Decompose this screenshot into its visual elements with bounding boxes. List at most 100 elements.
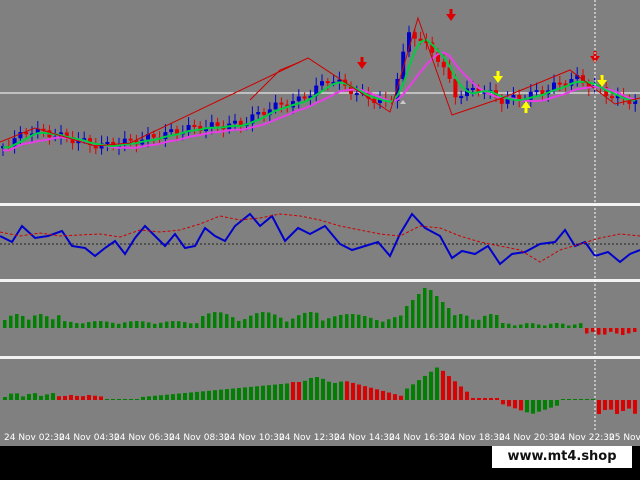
histogram-bar-up	[285, 321, 289, 328]
histogram-bar-up	[411, 300, 415, 328]
histogram-bar-up	[111, 322, 115, 328]
histogram-bar-up	[159, 395, 163, 400]
histogram-bar-up	[495, 314, 499, 328]
histogram-bar-up	[171, 321, 175, 328]
histogram-bar-down	[507, 400, 511, 407]
histogram-bar-up	[57, 315, 61, 328]
bear-candle	[262, 112, 266, 115]
histogram-bar-down	[477, 398, 481, 400]
main-price-chart[interactable]	[0, 0, 640, 203]
time-axis-label: 24 Nov 06:30	[114, 433, 175, 443]
histogram-bar-up	[357, 314, 361, 328]
histogram-bar-up	[591, 399, 595, 400]
histogram-bar-down	[363, 386, 367, 400]
histogram-bar-up	[561, 323, 565, 328]
histogram-bar-up	[207, 390, 211, 400]
histogram-bar-up	[249, 386, 253, 400]
histogram-bar-down	[603, 400, 607, 411]
histogram-bar-down	[597, 400, 601, 414]
histogram-bar-up	[177, 321, 181, 328]
histogram-bar-up	[69, 321, 73, 328]
histogram-bar-up	[15, 393, 19, 400]
histogram-bar-up	[117, 399, 121, 400]
bear-candle	[279, 102, 284, 105]
histogram-bar-up	[279, 317, 283, 328]
histogram-bar-up	[117, 323, 121, 328]
histogram-bar-up	[417, 294, 421, 328]
small-marker-icon	[400, 100, 406, 104]
histogram-bar-up	[3, 397, 7, 400]
histogram-pane-2[interactable]	[0, 359, 640, 430]
bear-candle	[325, 81, 330, 84]
red-down-arrow-icon	[449, 9, 453, 14]
histogram-bar-up	[15, 314, 19, 328]
histogram-bar-up	[99, 321, 103, 328]
histogram-pane-1[interactable]	[0, 282, 640, 356]
histogram-bar-up	[201, 391, 205, 400]
histogram-bar-down	[75, 395, 79, 400]
histogram-bar-down	[519, 400, 523, 411]
histogram-bar-up	[237, 387, 241, 400]
histogram-1-canvas	[3, 288, 637, 335]
histogram-bar-up	[27, 319, 31, 328]
time-axis-label: 24 Nov 04:30	[59, 433, 120, 443]
bear-candle	[151, 134, 156, 138]
red-down-arrow-icon	[590, 56, 600, 63]
histogram-bar-up	[435, 296, 439, 328]
histogram-bar-up	[105, 321, 109, 328]
histogram-bar-down	[609, 328, 613, 332]
histogram-bar-up	[267, 312, 271, 328]
histogram-bar-down	[291, 382, 295, 400]
histogram-bar-up	[147, 396, 151, 400]
histogram-bar-up	[51, 393, 55, 400]
histogram-bar-up	[261, 385, 265, 400]
histogram-bar-up	[243, 387, 247, 400]
histogram-bar-up	[423, 288, 427, 328]
histogram-bar-up	[513, 325, 517, 328]
oscillator-pane[interactable]	[0, 206, 640, 279]
histogram-bar-up	[585, 399, 589, 400]
histogram-bar-up	[507, 323, 511, 328]
time-axis-label: 25 Nov 0	[609, 433, 640, 443]
histogram-bar-up	[273, 384, 277, 400]
histogram-bar-up	[87, 322, 91, 328]
histogram-bar-up	[219, 312, 223, 328]
watermark-logo: www.mt4.shop	[492, 446, 632, 468]
red-down-arrow-icon	[357, 62, 367, 69]
histogram-bar-down	[447, 376, 451, 400]
bear-candle	[215, 122, 220, 127]
histogram-bar-down	[483, 398, 487, 400]
histogram-bar-up	[231, 388, 235, 400]
histogram-bar-up	[153, 323, 157, 328]
histogram-bar-up	[435, 367, 439, 400]
histogram-bar-up	[195, 391, 199, 400]
red-down-arrow-icon	[446, 14, 456, 21]
time-axis-label: 24 Nov 14:30	[334, 433, 395, 443]
histogram-bar-up	[483, 315, 487, 328]
yellow-down-arrow-icon	[493, 76, 503, 83]
time-axis-label: 24 Nov 16:30	[389, 433, 450, 443]
histogram-bar-down	[63, 395, 67, 400]
histogram-bar-up	[39, 314, 43, 328]
bull-candle	[401, 51, 406, 80]
histogram-bar-up	[501, 323, 505, 328]
histogram-bar-up	[75, 323, 79, 328]
yellow-down-arrow-icon	[496, 71, 500, 76]
histogram-bar-up	[255, 386, 259, 400]
histogram-bar-up	[567, 399, 571, 400]
histogram-bar-up	[321, 378, 325, 400]
histogram-bar-up	[153, 395, 157, 400]
histogram-bar-up	[333, 316, 337, 328]
histogram-bar-up	[345, 314, 349, 328]
histogram-bar-up	[297, 315, 301, 328]
histogram-bar-up	[441, 302, 445, 328]
histogram-bar-down	[621, 400, 625, 411]
histogram-bar-down	[603, 328, 607, 335]
histogram-bar-up	[249, 315, 253, 328]
histogram-bar-up	[291, 318, 295, 328]
histogram-bar-up	[327, 318, 331, 328]
histogram-bar-up	[147, 322, 151, 328]
histogram-bar-down	[585, 328, 589, 334]
histogram-bar-down	[393, 394, 397, 400]
histogram-bar-up	[555, 323, 559, 328]
